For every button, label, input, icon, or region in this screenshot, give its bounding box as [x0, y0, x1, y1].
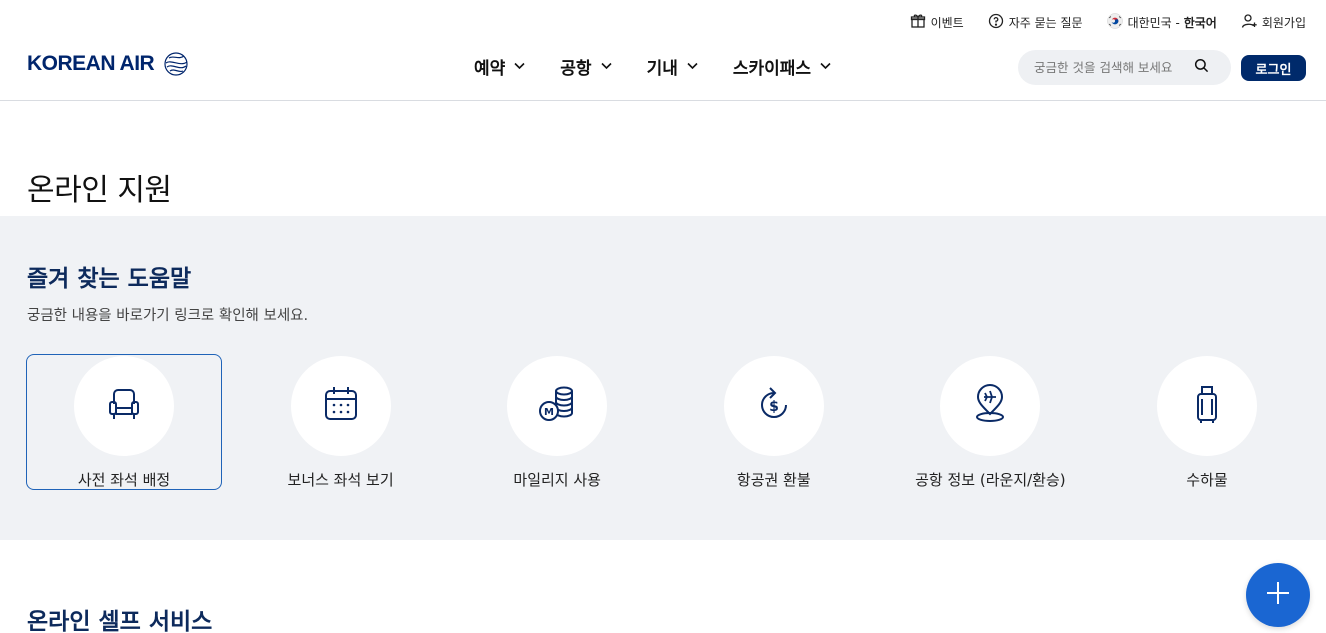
favorite-item-label: 수하물: [1186, 471, 1228, 489]
utility-bar: 이벤트 자주 묻는 질문 대한민국 - 한국어 회원가입: [910, 13, 1306, 32]
favorite-item-label: 공항 정보 (라운지/환승): [915, 471, 1066, 489]
favorite-icon-circle: $: [723, 356, 824, 456]
favorite-icon-circle: M: [507, 356, 608, 456]
nav-inflight[interactable]: 기내: [647, 54, 699, 79]
country-label: 대한민국 - 한국어: [1127, 16, 1217, 30]
logo-text: KOREAN AIR: [27, 52, 155, 75]
skyteam-emblem-icon: [160, 46, 190, 82]
main-nav: 예약 공항 기내 스카이패스: [474, 54, 832, 79]
chevron-down-icon: [819, 57, 832, 77]
faq-label: 자주 묻는 질문: [1008, 16, 1083, 30]
language-label: 한국어: [1183, 16, 1217, 30]
favorite-item-label: 항공권 환불: [736, 471, 811, 489]
favorite-item-label: 사전 좌석 배정: [77, 471, 171, 489]
chevron-down-icon: [600, 57, 613, 77]
favorite-item-seat-assignment[interactable]: 사전 좌석 배정: [26, 354, 222, 490]
nav-airport[interactable]: 공항: [560, 54, 612, 79]
self-service-title: 온라인 셀프 서비스: [27, 609, 213, 633]
question-icon: [988, 13, 1004, 32]
site-header: 이벤트 자주 묻는 질문 대한민국 - 한국어 회원가입 KOREAN AIR: [0, 0, 1326, 101]
signup-label: 회원가입: [1261, 16, 1306, 30]
svg-text:M: M: [544, 407, 554, 418]
favorite-item-mileage[interactable]: M 마일리지 사용: [459, 354, 655, 490]
favorite-icon-circle: [74, 356, 174, 456]
search-box: [1018, 50, 1231, 85]
calendar-icon: [321, 382, 361, 430]
nav-skypass[interactable]: 스카이패스: [733, 54, 832, 79]
gift-icon: [910, 13, 926, 32]
refund-icon: $: [754, 382, 794, 430]
favorite-item-airport-info[interactable]: 공항 정보 (라운지/환승): [892, 354, 1088, 490]
nav-inflight-label: 기내: [646, 59, 678, 79]
chevron-down-icon: [513, 57, 526, 77]
korea-flag-icon: [1106, 13, 1123, 32]
favorite-item-label: 마일리지 사용: [513, 471, 601, 489]
login-button[interactable]: 로그인: [1241, 55, 1306, 81]
search-input[interactable]: [1034, 60, 1194, 75]
luggage-icon: [1187, 382, 1227, 430]
faq-link[interactable]: 자주 묻는 질문: [988, 13, 1083, 32]
favorite-icon-circle: [290, 356, 391, 456]
nav-airport-label: 공항: [560, 59, 592, 79]
seat-icon: [104, 382, 144, 430]
favorite-item-bonus-seat[interactable]: 보너스 좌석 보기: [243, 354, 439, 490]
nav-reservation[interactable]: 예약: [474, 54, 526, 79]
korean-air-logo[interactable]: KOREAN AIR: [27, 46, 190, 82]
favorite-icon-circle: [940, 356, 1041, 456]
favorite-item-label: 보너스 좌석 보기: [287, 471, 394, 489]
mileage-coins-icon: M: [537, 382, 577, 430]
favorite-icon-circle: [1156, 356, 1257, 456]
nav-reservation-label: 예약: [474, 59, 506, 79]
event-label: 이벤트: [930, 16, 964, 30]
nav-skypass-label: 스카이패스: [732, 59, 812, 79]
favorites-title: 즐겨 찾는 도움말: [27, 266, 192, 292]
language-selector[interactable]: 대한민국 - 한국어: [1106, 13, 1217, 32]
chevron-down-icon: [686, 57, 699, 77]
favorites-description: 궁금한 내용을 바로가기 링크로 확인해 보세요.: [27, 308, 309, 324]
user-add-icon: [1241, 13, 1257, 32]
airport-pin-icon: [970, 382, 1010, 430]
search-icon[interactable]: [1194, 58, 1209, 77]
favorite-item-baggage[interactable]: 수하물: [1109, 354, 1305, 490]
page-title: 온라인 지원: [27, 173, 172, 208]
favorite-help-section: 즐겨 찾는 도움말 궁금한 내용을 바로가기 링크로 확인해 보세요. 사전 좌…: [0, 216, 1326, 540]
favorites-list: 사전 좌석 배정 보너스 좌석 보기 M 마일리지 사용 $ 항공권 환불 공항…: [26, 354, 1326, 490]
svg-text:$: $: [769, 399, 779, 415]
plus-icon: [1264, 579, 1292, 611]
signup-link[interactable]: 회원가입: [1241, 13, 1306, 32]
favorite-item-refund[interactable]: $ 항공권 환불: [676, 354, 872, 490]
event-link[interactable]: 이벤트: [910, 13, 964, 32]
floating-add-button[interactable]: [1246, 563, 1310, 627]
